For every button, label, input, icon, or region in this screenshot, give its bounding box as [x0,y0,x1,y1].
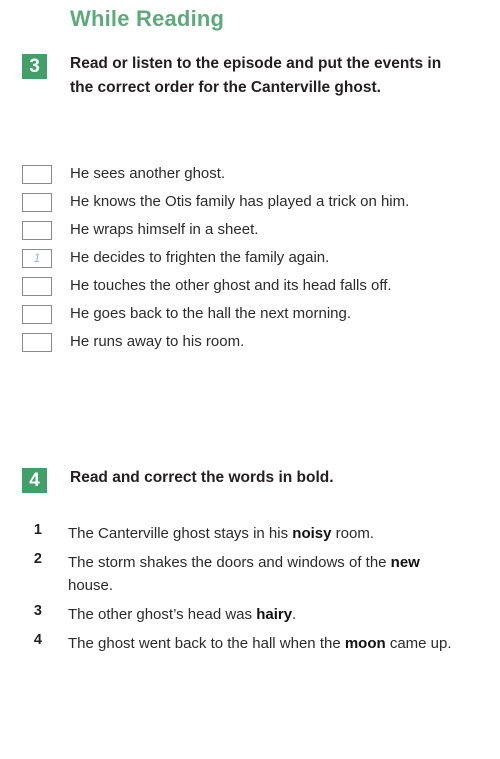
order-checkbox[interactable] [22,165,52,184]
correct-words-list: 1 The Canterville ghost stays in his noi… [0,522,500,660]
sentence-before: The storm shakes the doors and windows o… [68,553,391,571]
list-item: 3 The other ghost’s head was hairy. [0,603,500,627]
bold-word: moon [344,634,386,652]
exercise-number-badge-3: 3 [22,54,47,79]
exercise-3-header: 3 Read or listen to the episode and put … [0,52,500,100]
list-item: He sees another ghost. [0,162,500,188]
list-item-sentence: The Canterville ghost stays in his noisy… [68,522,500,546]
order-checkbox[interactable] [22,333,52,352]
sentence-after: room. [331,525,374,542]
list-item: He touches the other ghost and its head … [0,274,500,300]
list-item-sentence: The other ghost’s head was hairy. [68,603,500,627]
sentence-before: The ghost went back to the hall when the [68,634,345,652]
exercise-4-header: 4 Read and correct the words in bold. [0,466,500,494]
list-item-label: He knows the Otis family has played a tr… [70,193,410,210]
list-item-label: He touches the other ghost and its head … [70,277,392,294]
ordering-checkbox-list: He sees another ghost. He knows the Otis… [0,162,500,358]
order-checkbox[interactable] [22,221,52,240]
list-item: He runs away to his room. [0,330,500,356]
list-item: He goes back to the hall the next mornin… [0,302,500,328]
sentence-after: . [292,606,297,624]
order-checkbox[interactable] [22,277,52,296]
list-item: He knows the Otis family has played a tr… [0,190,500,216]
list-item: 4 The ghost went back to the hall when t… [0,632,500,656]
list-item-label: He sees another ghost. [70,165,226,182]
list-item-number: 1 [33,522,42,538]
order-checkbox-answered[interactable]: 1 [22,249,52,268]
list-item-number: 2 [33,550,42,567]
exercise-4: 4 Read and correct the words in bold. 1 … [0,466,500,652]
sentence-before: The Canterville ghost stays in his [68,525,293,542]
sentence-before: The other ghost’s head was [68,606,257,624]
order-checkbox[interactable] [22,193,52,212]
exercise-number-badge-4: 4 [22,468,47,493]
list-item-number: 4 [33,631,42,648]
list-item-sentence: The ghost went back to the hall when the… [68,632,500,656]
bold-word: noisy [292,525,332,542]
worksheet-page: While Reading 3 Read or listen to the ep… [0,0,500,759]
list-item-label: He wraps himself in a sheet. [70,221,259,238]
list-item: 1 He decides to frighten the family agai… [0,246,500,272]
list-item-number: 3 [33,603,42,620]
section-heading: While Reading [70,6,225,31]
exercise-4-instruction: Read and correct the words in bold. [70,469,334,486]
bold-word: new [390,553,420,571]
bold-word: hairy [256,606,293,624]
list-item-label: He decides to frighten the family again. [70,249,330,266]
list-item-sentence: The storm shakes the doors and windows o… [68,551,500,598]
sentence-after: came up. [385,634,452,652]
list-item-label: He runs away to his room. [70,333,245,350]
exercise-3: 3 Read or listen to the episode and put … [0,52,500,352]
list-item-label: He goes back to the hall the next mornin… [70,305,352,322]
list-item: 1 The Canterville ghost stays in his noi… [0,522,500,546]
list-item: 2 The storm shakes the doors and windows… [0,551,500,598]
sentence-after: house. [68,577,114,595]
exercise-3-instruction: Read or listen to the episode and put th… [70,55,442,97]
order-checkbox[interactable] [22,305,52,324]
list-item: He wraps himself in a sheet. [0,218,500,244]
